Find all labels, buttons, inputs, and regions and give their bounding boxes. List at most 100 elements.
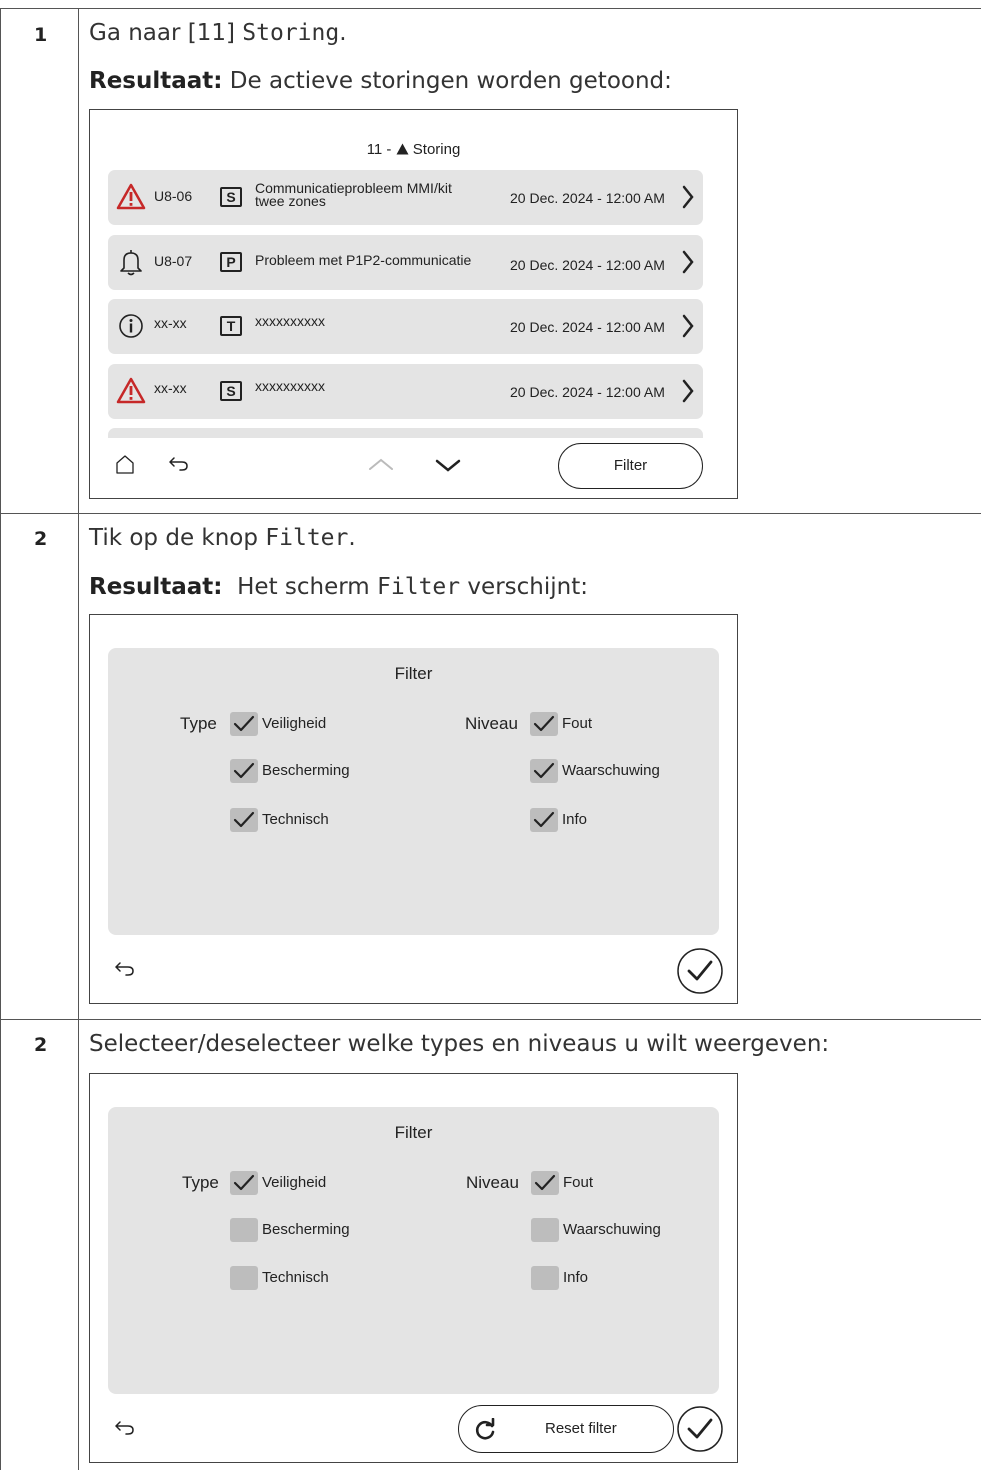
chevron-right-icon — [682, 314, 694, 338]
list-item[interactable]: U8-06 S Communicatieprobleem MMI/kit twe… — [108, 170, 703, 225]
checkbox-bescherming[interactable] — [230, 1218, 258, 1242]
checkbox-veiligheid[interactable] — [230, 1171, 258, 1195]
error-code: U8-07 — [154, 253, 193, 269]
checkbox-veiligheid[interactable] — [230, 712, 258, 736]
result-text: Het scherm — [222, 574, 378, 600]
instruction-text: . — [339, 20, 347, 46]
table-divider-1 — [0, 513, 981, 514]
error-date: 20 Dec. 2024 - 12:00 AM — [510, 190, 665, 206]
warning-triangle-icon — [116, 183, 146, 210]
filter-screen: Filter Type Niveau Veiligheid Beschermin… — [89, 614, 738, 1004]
filter-title: Filter — [394, 1123, 433, 1142]
table-column-divider — [78, 8, 79, 1470]
error-code: U8-06 — [154, 188, 193, 204]
level-badge: T — [220, 316, 242, 336]
instruction-text: Tik op de knop — [89, 525, 266, 551]
level-badge: S — [220, 381, 242, 401]
checkbox-label: Fout — [563, 1174, 594, 1191]
list-item[interactable]: xx-xx S xxxxxxxxxx 20 Dec. 2024 - 12:00 … — [108, 364, 703, 419]
filter-panel: Filter Type Niveau Veiligheid Beschermin… — [108, 1107, 719, 1394]
result-text: verschijnt: — [460, 574, 588, 600]
result-label: Resultaat: — [89, 574, 223, 600]
checkbox-label: Waarschuwing — [562, 762, 660, 779]
checkbox-label: Technisch — [262, 811, 329, 828]
chevron-right-icon — [682, 379, 694, 403]
level-badge: S — [220, 187, 242, 207]
checkbox-label: Info — [562, 811, 588, 828]
checkbox-fout[interactable] — [531, 1171, 559, 1195]
storing-screen: 11 - Storing U8-06 S Communicatieproblee… — [89, 109, 738, 499]
type-group-label: Type — [182, 1173, 219, 1192]
home-icon[interactable] — [114, 453, 136, 475]
checkbox-label: Info — [563, 1269, 589, 1286]
error-code: xx-xx — [154, 380, 187, 396]
warning-small-icon — [396, 143, 409, 155]
filter-button[interactable]: Filter — [558, 443, 703, 489]
back-arrow-icon[interactable] — [114, 1419, 136, 1437]
error-code: xx-xx — [154, 315, 187, 331]
step-number: 1 — [34, 24, 48, 46]
back-arrow-icon[interactable] — [168, 455, 190, 473]
confirm-check-icon[interactable] — [676, 1405, 724, 1453]
checkbox-info[interactable] — [531, 1266, 559, 1290]
instruction-menu-name: Storing — [242, 20, 340, 46]
refresh-icon — [475, 1418, 495, 1440]
title-text: Storing — [412, 141, 461, 158]
result-label: Resultaat: — [89, 68, 223, 94]
instruction-table: 1 Ga naar [11] Storing. Resultaat: De ac… — [0, 0, 981, 1470]
instruction-text: Ga naar [11] — [89, 20, 243, 46]
niveau-group-label: Niveau — [465, 714, 518, 733]
checkbox-label: Bescherming — [262, 1221, 350, 1238]
back-arrow-icon[interactable] — [114, 960, 136, 978]
filter-screen-modified: Filter Type Niveau Veiligheid Beschermin… — [89, 1073, 738, 1463]
step-number: 2 — [34, 528, 48, 550]
result-text: De actieve storingen worden getoond: — [222, 68, 672, 94]
checkbox-label: Waarschuwing — [563, 1221, 661, 1238]
error-description: Communicatieprobleem MMI/kit twee zones — [255, 180, 452, 209]
result-screen-name: Filter — [377, 574, 461, 600]
level-badge: P — [220, 252, 242, 272]
chevron-right-icon — [682, 185, 694, 209]
reset-filter-label: Reset filter — [545, 1420, 617, 1437]
step-instruction: Selecteer/deselecteer welke types en niv… — [89, 1031, 830, 1057]
checkbox-label: Fout — [562, 715, 593, 732]
error-date: 20 Dec. 2024 - 12:00 AM — [510, 319, 665, 335]
table-border-left — [0, 8, 1, 1470]
checkbox-technisch[interactable] — [230, 1266, 258, 1290]
checkbox-bescherming[interactable] — [230, 759, 258, 783]
title-number: 11 - — [366, 141, 396, 158]
checkbox-label: Veiligheid — [262, 715, 327, 732]
instruction-text: . — [348, 525, 356, 551]
checkbox-label: Veiligheid — [262, 1174, 327, 1191]
instruction-button-name: Filter — [265, 525, 349, 551]
list-item[interactable]: xx-xx T xxxxxxxxxx 20 Dec. 2024 - 12:00 … — [108, 299, 703, 354]
list-item[interactable]: U8-07 P Probleem met P1P2-communicatie 2… — [108, 235, 703, 290]
screen-title: 11 - Storing — [90, 141, 737, 158]
chevron-right-icon — [682, 250, 694, 274]
chevron-up-icon[interactable] — [367, 456, 395, 472]
list-item-partial[interactable] — [108, 428, 703, 438]
bell-icon — [120, 250, 142, 276]
table-divider-2 — [0, 1019, 981, 1020]
error-description: Probleem met P1P2-communicatie — [255, 252, 472, 268]
error-date: 20 Dec. 2024 - 12:00 AM — [510, 384, 665, 400]
checkbox-label: Bescherming — [262, 762, 350, 779]
error-date: 20 Dec. 2024 - 12:00 AM — [510, 257, 665, 273]
table-border-top — [0, 8, 981, 9]
step-number: 2 — [34, 1034, 48, 1056]
confirm-check-icon[interactable] — [676, 947, 724, 995]
step-result: Resultaat: Het scherm Filter verschijnt: — [89, 574, 588, 600]
checkbox-waarschuwing[interactable] — [530, 759, 558, 783]
error-description: xxxxxxxxxx — [255, 378, 325, 394]
chevron-down-icon[interactable] — [434, 458, 462, 474]
checkbox-fout[interactable] — [530, 712, 558, 736]
checkbox-info[interactable] — [530, 808, 558, 832]
checkbox-waarschuwing[interactable] — [531, 1218, 559, 1242]
checkbox-technisch[interactable] — [230, 808, 258, 832]
reset-filter-button[interactable]: Reset filter — [458, 1405, 674, 1453]
step-result: Resultaat: De actieve storingen worden g… — [89, 68, 672, 94]
niveau-group-label: Niveau — [466, 1173, 519, 1192]
info-icon — [119, 314, 143, 338]
step-instruction: Tik op de knop Filter. — [89, 525, 356, 551]
filter-title: Filter — [394, 664, 433, 683]
